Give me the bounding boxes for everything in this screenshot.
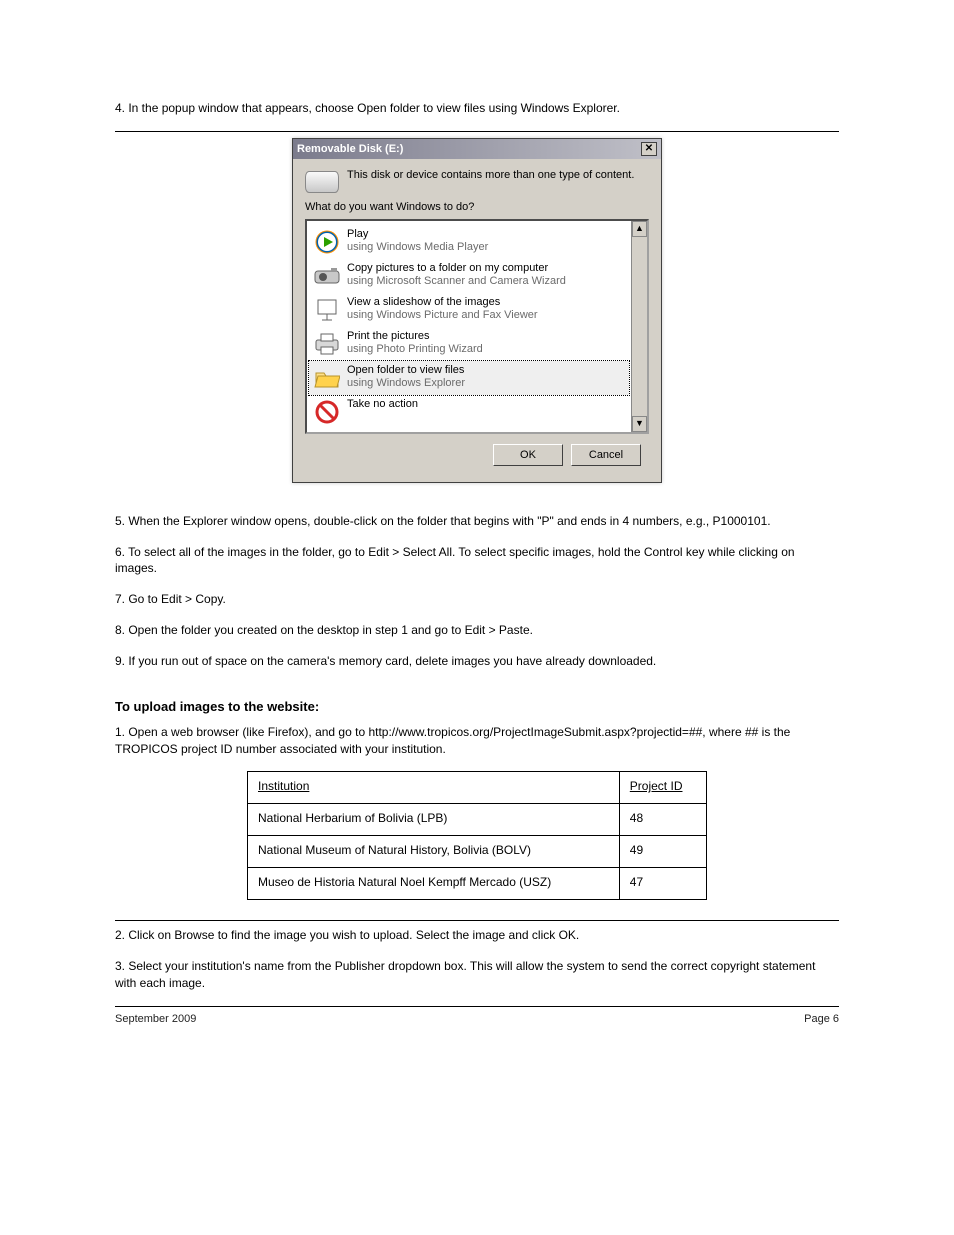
- step-5-text: 5. When the Explorer window opens, doubl…: [115, 513, 839, 530]
- autoplay-dialog: Removable Disk (E:) ✕ This disk or devic…: [292, 138, 662, 483]
- scroll-up-icon[interactable]: ▲: [632, 221, 647, 237]
- dialog-prompt: What do you want Windows to do?: [305, 201, 649, 213]
- step-8-text: 8. Open the folder you created on the de…: [115, 622, 839, 639]
- table-row: National Herbarium of Bolivia (LPB) 48: [248, 804, 707, 836]
- list-item-label: Play: [347, 228, 368, 240]
- step-6-text: 6. To select all of the images in the fo…: [115, 544, 839, 578]
- footer-date: September 2009: [115, 1013, 196, 1025]
- folder-open-icon: [313, 364, 341, 392]
- list-item-no-action[interactable]: Take no action: [309, 395, 629, 429]
- list-item-label: Take no action: [347, 398, 418, 410]
- table-row: Museo de Historia Natural Noel Kempff Me…: [248, 868, 707, 900]
- upload-step-2: 2. Click on Browse to find the image you…: [115, 927, 839, 944]
- scrollbar[interactable]: ▲ ▼: [631, 221, 647, 432]
- list-item-sub: using Microsoft Scanner and Camera Wizar…: [347, 275, 566, 287]
- scroll-down-icon[interactable]: ▼: [632, 416, 647, 432]
- list-item-sub: using Photo Printing Wizard: [347, 343, 483, 355]
- list-item-label: Copy pictures to a folder on my computer: [347, 262, 548, 274]
- list-item-sub: using Windows Picture and Fax Viewer: [347, 309, 538, 321]
- list-item-play[interactable]: Play using Windows Media Player: [309, 225, 629, 259]
- list-item-sub: using Windows Media Player: [347, 241, 488, 253]
- list-item-copy-pictures[interactable]: Copy pictures to a folder on my computer…: [309, 259, 629, 293]
- no-action-icon: [313, 398, 341, 426]
- step-9-text: 9. If you run out of space on the camera…: [115, 653, 839, 670]
- cancel-button[interactable]: Cancel: [571, 444, 641, 466]
- table-header-projectid: Project ID: [619, 772, 706, 804]
- step-4-text: 4. In the popup window that appears, cho…: [115, 100, 839, 117]
- project-id-table: Institution Project ID National Herbariu…: [247, 771, 707, 900]
- footer-page: Page 6: [804, 1013, 839, 1025]
- dialog-titlebar[interactable]: Removable Disk (E:) ✕: [293, 139, 661, 159]
- table-header-institution: Institution: [248, 772, 620, 804]
- dialog-title: Removable Disk (E:): [297, 143, 403, 155]
- upload-step-1: 1. Open a web browser (like Firefox), an…: [115, 724, 839, 758]
- list-item-label: Open folder to view files: [347, 364, 464, 376]
- upload-step-3: 3. Select your institution's name from t…: [115, 958, 839, 992]
- drive-icon: [305, 171, 339, 193]
- list-item-slideshow[interactable]: View a slideshow of the images using Win…: [309, 293, 629, 327]
- dialog-intro-text: This disk or device contains more than o…: [347, 169, 634, 193]
- action-listbox[interactable]: Play using Windows Media Player Copy pic…: [305, 219, 649, 434]
- ok-button[interactable]: OK: [493, 444, 563, 466]
- page-footer: September 2009 Page 6: [115, 1006, 839, 1025]
- table-row: National Museum of Natural History, Boli…: [248, 836, 707, 868]
- list-item-sub: using Windows Explorer: [347, 377, 465, 389]
- wmp-icon: [313, 228, 341, 256]
- projector-screen-icon: [313, 296, 341, 324]
- list-item-print[interactable]: Print the pictures using Photo Printing …: [309, 327, 629, 361]
- printer-icon: [313, 330, 341, 358]
- camera-icon: [313, 262, 341, 290]
- list-item-open-folder[interactable]: Open folder to view files using Windows …: [309, 361, 629, 395]
- list-item-label: Print the pictures: [347, 330, 430, 342]
- close-icon[interactable]: ✕: [641, 142, 657, 156]
- list-item-label: View a slideshow of the images: [347, 296, 500, 308]
- upload-heading: To upload images to the website:: [115, 698, 839, 716]
- step-7-text: 7. Go to Edit > Copy.: [115, 591, 839, 608]
